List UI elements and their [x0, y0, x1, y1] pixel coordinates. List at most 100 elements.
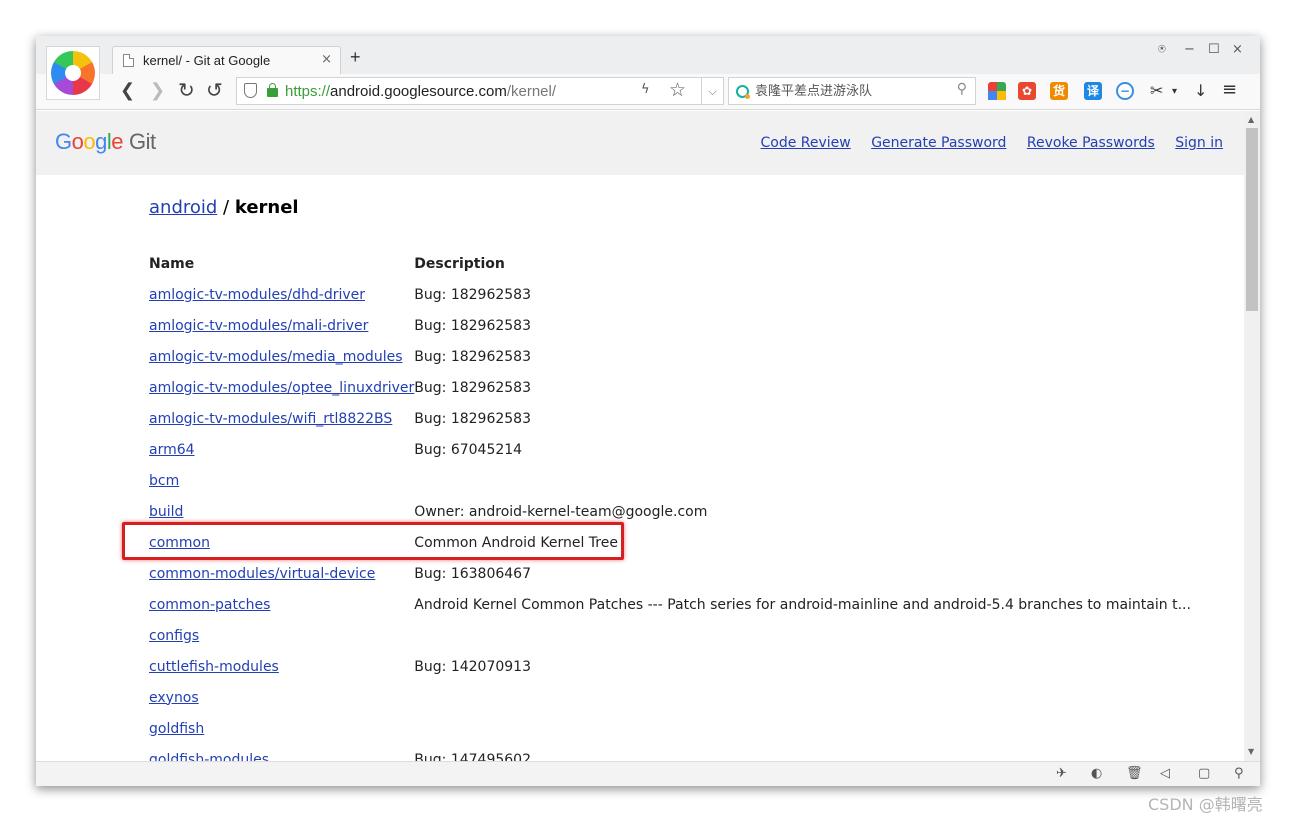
code-review-link[interactable]: Code Review	[760, 135, 850, 151]
site-header: Google Git Code Review Generate Password …	[36, 111, 1244, 175]
repo-name-cell: bcm	[149, 465, 414, 496]
forward-icon[interactable]: ❯	[150, 80, 165, 101]
scissors-icon[interactable]: ✂	[1150, 81, 1163, 100]
repo-link[interactable]: goldfish-modules	[149, 752, 269, 762]
repo-name-cell: common-modules/virtual-device	[149, 558, 414, 589]
repo-link[interactable]: bcm	[149, 473, 179, 489]
gamepad-icon[interactable]: ✿	[1018, 82, 1036, 100]
repo-description: Bug: 147495602	[414, 751, 531, 762]
repo-name-cell: amlogic-tv-modules/optee_linuxdriver	[149, 372, 414, 403]
table-header-row: Name Description	[149, 248, 1191, 279]
navigation-toolbar: ❮ ❯ ↻ ↺ https://android.googlesource.com…	[36, 74, 1260, 110]
page-content: Google Git Code Review Generate Password …	[36, 111, 1244, 761]
download-icon[interactable]: ↓	[1194, 81, 1207, 100]
repo-link[interactable]: amlogic-tv-modules/optee_linuxdriver	[149, 380, 414, 396]
back-icon[interactable]: ❮	[120, 80, 135, 101]
address-bar[interactable]: https://android.googlesource.com/kernel/…	[236, 77, 702, 105]
repo-description: Bug: 182962583	[414, 379, 531, 396]
scroll-down-icon[interactable]: ▼	[1248, 747, 1254, 756]
maximize-button[interactable]: ☐	[1208, 42, 1220, 57]
breadcrumb-parent-link[interactable]: android	[149, 197, 217, 218]
table-row: bcm	[149, 465, 1191, 496]
repo-name-cell: amlogic-tv-modules/wifi_rtl8822BS	[149, 403, 414, 434]
repo-description	[414, 465, 1191, 496]
scroll-up-icon[interactable]: ▲	[1248, 115, 1254, 124]
google-logo-text: Google	[55, 129, 124, 154]
repo-link[interactable]: amlogic-tv-modules/media_modules	[149, 349, 403, 365]
repo-name-cell: amlogic-tv-modules/dhd-driver	[149, 279, 414, 310]
repo-link[interactable]: arm64	[149, 442, 195, 458]
browser-window: kernel/ - Git at Google × + ⍟ − ☐ × ❮ ❯ …	[36, 36, 1260, 786]
repo-link[interactable]: common-patches	[149, 597, 270, 613]
repo-name-cell: cuttlefish-modules	[149, 651, 414, 682]
generate-password-link[interactable]: Generate Password	[871, 135, 1006, 151]
vertical-scrollbar[interactable]: ▲ ▼	[1244, 111, 1260, 761]
search-engine-icon[interactable]	[736, 85, 750, 99]
table-row: amlogic-tv-modules/media_modules Bug: 182…	[149, 341, 1191, 372]
table-row: common-patches Android Kernel Common Patc…	[149, 589, 1191, 620]
repo-link[interactable]: cuttlefish-modules	[149, 659, 279, 675]
search-input[interactable]	[755, 82, 945, 100]
repo-description	[414, 620, 1191, 651]
chevron-down-icon[interactable]: ▾	[1172, 86, 1177, 97]
clock-icon[interactable]: ◐	[1091, 766, 1102, 781]
table-row: amlogic-tv-modules/mali-driver Bug: 18296…	[149, 310, 1191, 341]
browser-tab[interactable]: kernel/ - Git at Google ×	[112, 46, 341, 75]
table-row: common-modules/virtual-device Bug: 163806…	[149, 558, 1191, 589]
scrollbar-thumb[interactable]	[1246, 128, 1258, 311]
table-row: goldfish-modules Bug: 147495602	[149, 744, 1191, 762]
repo-name-cell: common-patches	[149, 589, 414, 620]
minimize-button[interactable]: −	[1184, 42, 1195, 57]
repo-description: Bug: 163806467	[414, 565, 531, 582]
undo-close-icon[interactable]: ↺	[206, 78, 223, 102]
translate-icon[interactable]: 译	[1084, 82, 1102, 100]
new-tab-button[interactable]: +	[350, 47, 361, 68]
browser-logo[interactable]	[46, 46, 100, 100]
address-dropdown-icon[interactable]: ⌵	[702, 77, 724, 105]
window-icon[interactable]: ▢	[1198, 766, 1210, 781]
url-text[interactable]: https://android.googlesource.com/kernel/	[285, 83, 556, 100]
menu-icon[interactable]: ≡	[1222, 79, 1237, 100]
table-row: exynos	[149, 682, 1191, 713]
repo-name-cell: exynos	[149, 682, 414, 713]
tab-close-icon[interactable]: ×	[321, 52, 332, 67]
sign-in-link[interactable]: Sign in	[1175, 135, 1223, 151]
breadcrumb-current: kernel	[234, 197, 299, 218]
title-bar: kernel/ - Git at Google × + ⍟ − ☐ ×	[36, 36, 1260, 75]
repo-link[interactable]: build	[149, 504, 183, 520]
table-row: amlogic-tv-modules/optee_linuxdriver Bug:…	[149, 372, 1191, 403]
repo-link[interactable]: configs	[149, 628, 199, 644]
search-icon[interactable]: ⚲	[957, 81, 967, 97]
repo-link[interactable]: amlogic-tv-modules/dhd-driver	[149, 287, 365, 303]
shopping-icon[interactable]: 货	[1050, 82, 1068, 100]
zoom-icon[interactable]: ⚲	[1234, 766, 1244, 781]
table-row: configs	[149, 620, 1191, 651]
repo-link[interactable]: goldfish	[149, 721, 204, 737]
speaker-icon[interactable]: ◁	[1160, 766, 1170, 781]
repo-name-cell: amlogic-tv-modules/media_modules	[149, 341, 414, 372]
shield-icon[interactable]	[244, 83, 257, 98]
windows-tiles-icon[interactable]	[988, 82, 1006, 100]
lock-icon[interactable]	[267, 83, 278, 97]
repo-link[interactable]: amlogic-tv-modules/wifi_rtl8822BS	[149, 411, 392, 427]
repo-link[interactable]: exynos	[149, 690, 199, 706]
google-git-logo[interactable]: Google Git	[55, 129, 156, 155]
lightning-icon[interactable]: ϟ	[641, 82, 650, 97]
pin-icon[interactable]: ✈	[1056, 766, 1067, 781]
reload-icon[interactable]: ↻	[178, 78, 195, 102]
bookmark-star-icon[interactable]: ☆	[669, 79, 686, 101]
close-window-button[interactable]: ×	[1232, 42, 1243, 57]
breadcrumb-separator: /	[217, 197, 235, 218]
tab-title: kernel/ - Git at Google	[143, 53, 271, 68]
trash-icon[interactable]: 🗑	[1126, 766, 1143, 781]
search-box[interactable]: ⚲	[728, 77, 976, 105]
repo-description: Bug: 67045214	[414, 441, 523, 458]
repo-link[interactable]: amlogic-tv-modules/mali-driver	[149, 318, 368, 334]
highlight-box	[122, 522, 624, 560]
repo-link[interactable]: common-modules/virtual-device	[149, 566, 375, 582]
minus-circle-icon[interactable]: −	[1116, 82, 1134, 100]
revoke-passwords-link[interactable]: Revoke Passwords	[1027, 135, 1155, 151]
repo-name-cell: arm64	[149, 434, 414, 465]
table-row: amlogic-tv-modules/dhd-driver Bug: 182962…	[149, 279, 1191, 310]
skin-icon[interactable]: ⍟	[1158, 42, 1166, 57]
